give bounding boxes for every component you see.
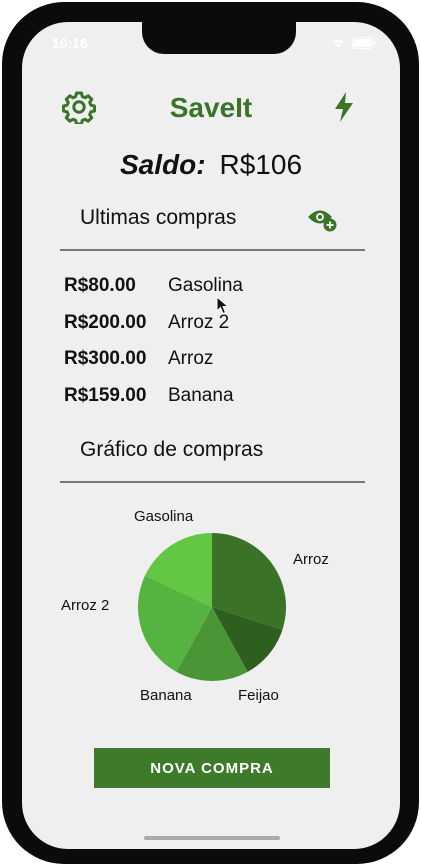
- recent-purchases-title: Ultimas compras: [80, 206, 237, 229]
- chart-section-title: Gráfico de compras: [80, 438, 264, 461]
- lightning-icon[interactable]: [332, 90, 356, 124]
- pie-label-arroz-2: Arroz 2: [61, 597, 110, 614]
- eye-add-icon[interactable]: [306, 206, 338, 232]
- purchase-row[interactable]: R$80.00 Gasolina: [64, 275, 243, 297]
- purchase-row[interactable]: R$300.00 Arroz: [64, 348, 213, 370]
- divider: [60, 481, 365, 483]
- home-indicator[interactable]: [144, 836, 280, 840]
- purchase-row[interactable]: R$159.00 Banana: [64, 385, 234, 407]
- wifi-icon: [332, 40, 344, 48]
- app-header: SaveIt: [22, 88, 400, 128]
- notch: [142, 22, 296, 54]
- status-time: 10:16: [52, 35, 88, 51]
- purchase-amount: R$200.00: [64, 312, 147, 333]
- purchase-name: Banana: [168, 385, 234, 406]
- balance: Saldo: R$106: [22, 149, 400, 181]
- pie-label-gasolina: Gasolina: [134, 508, 194, 525]
- mouse-cursor-icon: [216, 296, 230, 315]
- purchase-amount: R$80.00: [64, 275, 136, 296]
- pie-label-banana: Banana: [140, 687, 192, 704]
- status-icons: [330, 37, 376, 49]
- purchase-row[interactable]: R$200.00 Arroz 2: [64, 312, 229, 334]
- pie-label-feijao: Feijao: [238, 687, 279, 704]
- balance-label: Saldo:: [119, 149, 206, 180]
- app-screen: 10:16 SaveIt Saldo: R$106 Ultimas compra…: [22, 22, 400, 849]
- purchase-amount: R$159.00: [64, 385, 147, 406]
- purchase-amount: R$300.00: [64, 348, 147, 369]
- purchase-name: Gasolina: [168, 275, 243, 296]
- pie-chart: [138, 533, 286, 681]
- purchase-name: Arroz: [168, 348, 214, 369]
- divider: [60, 249, 365, 251]
- battery-icon: [352, 37, 376, 49]
- new-purchase-button[interactable]: NOVA COMPRA: [94, 748, 330, 788]
- balance-value: R$106: [219, 149, 303, 180]
- pie-label-arroz: Arroz: [293, 551, 329, 568]
- phone-frame: 10:16 SaveIt Saldo: R$106 Ultimas compra…: [2, 2, 419, 864]
